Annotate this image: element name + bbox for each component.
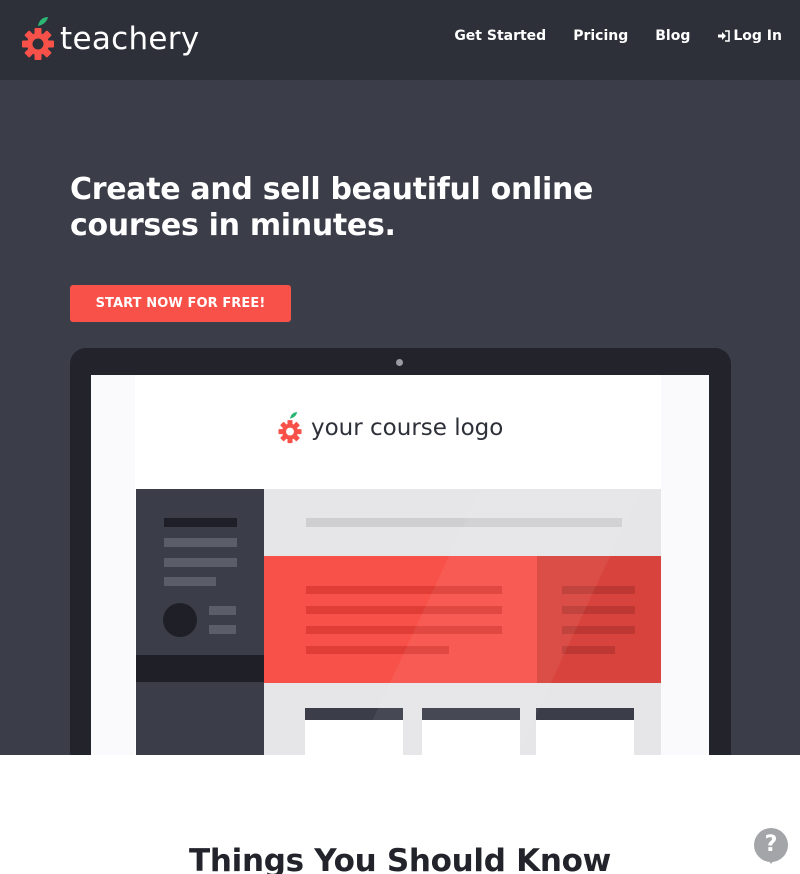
mock-text-line xyxy=(306,626,502,634)
mock-card-header xyxy=(422,708,520,720)
course-logo-text: your course logo xyxy=(311,415,504,441)
mock-red-side-panel xyxy=(537,556,661,683)
mock-card xyxy=(305,708,403,755)
brand-name: teachery xyxy=(60,21,200,57)
mock-sidebar-line xyxy=(164,577,216,586)
mock-text-line xyxy=(306,646,449,654)
mock-card xyxy=(536,708,634,755)
mock-sidebar xyxy=(136,489,264,755)
help-bubble-tail xyxy=(765,855,777,864)
mock-text-line xyxy=(562,646,615,654)
laptop-screen: your course logo xyxy=(91,375,709,755)
mock-card-header xyxy=(305,708,403,720)
mock-card xyxy=(422,708,520,755)
site-header: teachery Get Started Pricing Blog Log In xyxy=(0,0,800,80)
nav-blog-label: Blog xyxy=(655,28,691,44)
mock-sidebar-title-bar xyxy=(164,518,237,527)
hero-section: Create and sell beautiful online courses… xyxy=(0,80,800,755)
mock-card-header xyxy=(536,708,634,720)
laptop-camera xyxy=(396,359,403,366)
mock-text-line xyxy=(562,606,635,614)
mock-text-line xyxy=(306,606,502,614)
mock-sidebar-footer xyxy=(136,655,264,682)
mock-text-line xyxy=(562,586,635,594)
mock-red-panel xyxy=(264,556,537,683)
apple-gear-icon xyxy=(20,14,56,64)
mock-sidebar-line xyxy=(209,625,236,634)
mock-sidebar-line xyxy=(164,558,237,567)
teachery-logo[interactable]: teachery xyxy=(20,14,199,64)
hero-headline-line2: courses in minutes. xyxy=(70,208,396,243)
nav-pricing[interactable]: Pricing xyxy=(573,28,628,44)
nav-log-in[interactable]: Log In xyxy=(717,28,782,44)
nav-pricing-label: Pricing xyxy=(573,28,629,44)
mock-sidebar-line xyxy=(209,606,236,615)
mock-text-line xyxy=(562,626,635,634)
mock-top-bar xyxy=(306,518,622,527)
nav-log-in-label: Log In xyxy=(733,28,782,44)
mock-main-content xyxy=(264,489,661,755)
mock-text-line xyxy=(306,586,502,594)
login-arrow-icon xyxy=(717,30,731,42)
course-logo: your course logo xyxy=(277,410,503,446)
apple-gear-icon xyxy=(277,410,303,446)
section-title: Things You Should Know xyxy=(189,843,611,874)
mock-sidebar-line xyxy=(164,538,237,547)
nav-get-started[interactable]: Get Started xyxy=(454,28,546,44)
laptop-mockup: your course logo xyxy=(70,348,731,755)
nav-get-started-label: Get Started xyxy=(454,28,547,44)
nav-blog[interactable]: Blog xyxy=(655,28,690,44)
hero-headline: Create and sell beautiful online courses… xyxy=(70,172,630,244)
start-now-button[interactable]: START NOW FOR FREE! xyxy=(70,285,291,322)
mock-avatar xyxy=(163,603,197,637)
main-nav: Get Started Pricing Blog Log In xyxy=(454,28,782,44)
hero-headline-line1: Create and sell beautiful online xyxy=(70,172,594,207)
